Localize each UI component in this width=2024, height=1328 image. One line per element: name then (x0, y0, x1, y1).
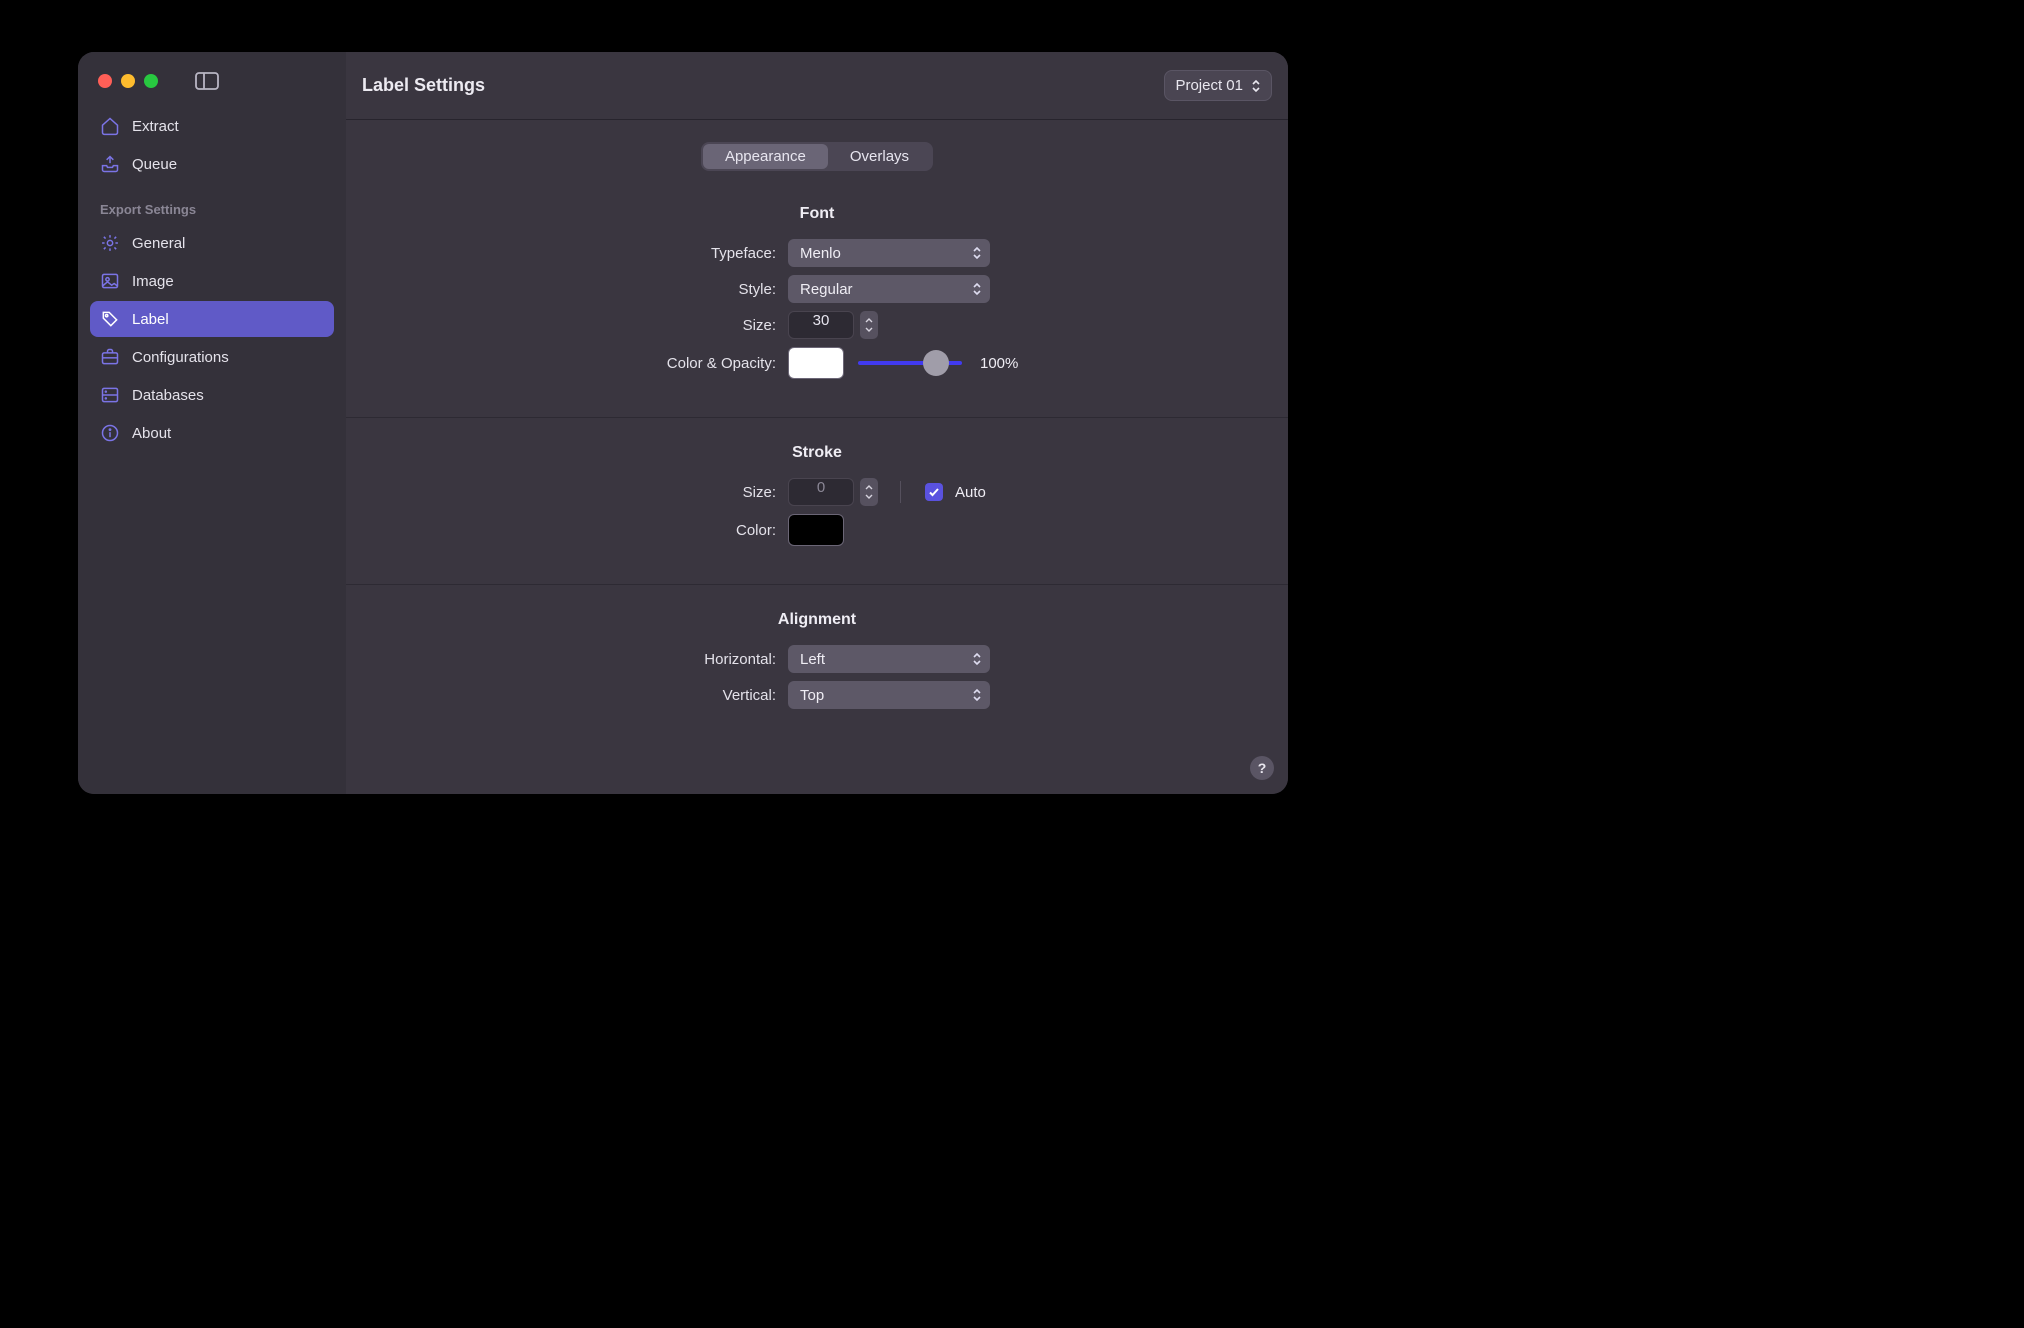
tag-icon (100, 309, 120, 329)
tab-overlays[interactable]: Overlays (828, 144, 931, 169)
typeface-value: Menlo (800, 245, 841, 262)
font-size-stepper[interactable] (860, 311, 878, 339)
horizontal-label: Horizontal: (346, 651, 776, 668)
home-icon (100, 116, 120, 136)
stroke-auto-label: Auto (955, 484, 986, 501)
sidebar-item-image[interactable]: Image (90, 263, 334, 299)
section-heading: Alignment (346, 611, 1288, 629)
sidebar-item-label: Databases (132, 387, 204, 404)
sidebar-item-configurations[interactable]: Configurations (90, 339, 334, 375)
stroke-color-swatch[interactable] (788, 514, 844, 546)
main-content: Label Settings Project 01 Appearance Ove… (346, 52, 1288, 794)
tray-up-icon (100, 154, 120, 174)
chevron-up-down-icon (972, 688, 982, 702)
sidebar-item-label: Image (132, 273, 174, 290)
content-area: Appearance Overlays Font Typeface: Menlo… (346, 120, 1288, 794)
sidebar-item-label: Queue (132, 156, 177, 173)
sidebar-nav: Extract Queue Export Settings General Im… (90, 108, 334, 451)
divider (900, 481, 901, 503)
project-label: Project 01 (1175, 77, 1243, 94)
project-selector[interactable]: Project 01 (1164, 70, 1272, 101)
window-controls (90, 66, 334, 108)
close-window-button[interactable] (98, 74, 112, 88)
horizontal-value: Left (800, 651, 825, 668)
help-button[interactable]: ? (1250, 756, 1274, 780)
typeface-label: Typeface: (346, 245, 776, 262)
font-size-input[interactable]: 30 (788, 311, 854, 339)
style-label: Style: (346, 281, 776, 298)
style-value: Regular (800, 281, 853, 298)
stroke-size-input: 0 (788, 478, 854, 506)
minimize-window-button[interactable] (121, 74, 135, 88)
fullscreen-window-button[interactable] (144, 74, 158, 88)
sidebar: Extract Queue Export Settings General Im… (78, 52, 346, 794)
sidebar-item-about[interactable]: About (90, 415, 334, 451)
color-opacity-label: Color & Opacity: (346, 355, 776, 372)
font-color-swatch[interactable] (788, 347, 844, 379)
section-stroke: Stroke Size: 0 Auto Color: (346, 418, 1288, 585)
section-heading: Stroke (346, 444, 1288, 462)
section-heading: Font (346, 205, 1288, 223)
gear-icon (100, 233, 120, 253)
stroke-color-label: Color: (346, 522, 776, 539)
section-font: Font Typeface: Menlo Style: Regular (346, 179, 1288, 418)
vertical-value: Top (800, 687, 824, 704)
info-icon (100, 423, 120, 443)
style-select[interactable]: Regular (788, 275, 990, 303)
font-opacity-value: 100% (980, 355, 1018, 372)
app-window: Extract Queue Export Settings General Im… (78, 52, 1288, 794)
sidebar-item-label: Extract (132, 118, 179, 135)
image-icon (100, 271, 120, 291)
page-title: Label Settings (362, 75, 485, 96)
section-alignment: Alignment Horizontal: Left Vertical: Top (346, 585, 1288, 747)
briefcase-icon (100, 347, 120, 367)
stroke-size-stepper (860, 478, 878, 506)
sidebar-section-heading: Export Settings (90, 184, 334, 223)
database-icon (100, 385, 120, 405)
sidebar-item-queue[interactable]: Queue (90, 146, 334, 182)
sidebar-item-label: About (132, 425, 171, 442)
chevron-up-down-icon (972, 282, 982, 296)
chevron-up-down-icon (972, 246, 982, 260)
sidebar-item-extract[interactable]: Extract (90, 108, 334, 144)
chevron-up-down-icon (972, 652, 982, 666)
sidebar-item-label-text: Label (132, 311, 169, 328)
vertical-align-select[interactable]: Top (788, 681, 990, 709)
stroke-auto-checkbox[interactable] (925, 483, 943, 501)
chevron-up-down-icon (1251, 79, 1261, 93)
horizontal-align-select[interactable]: Left (788, 645, 990, 673)
tabs-wrap: Appearance Overlays (346, 120, 1288, 179)
sidebar-item-general[interactable]: General (90, 225, 334, 261)
font-opacity-slider[interactable] (858, 353, 962, 373)
toggle-sidebar-icon[interactable] (195, 72, 219, 90)
stroke-size-label: Size: (346, 484, 776, 501)
sidebar-item-databases[interactable]: Databases (90, 377, 334, 413)
tab-appearance[interactable]: Appearance (703, 144, 828, 169)
slider-thumb[interactable] (923, 350, 949, 376)
sidebar-item-label[interactable]: Label (90, 301, 334, 337)
font-size-label: Size: (346, 317, 776, 334)
sidebar-item-label: General (132, 235, 185, 252)
typeface-select[interactable]: Menlo (788, 239, 990, 267)
sidebar-item-label: Configurations (132, 349, 229, 366)
tabs-segmented: Appearance Overlays (701, 142, 933, 171)
vertical-label: Vertical: (346, 687, 776, 704)
titlebar: Label Settings Project 01 (346, 52, 1288, 120)
